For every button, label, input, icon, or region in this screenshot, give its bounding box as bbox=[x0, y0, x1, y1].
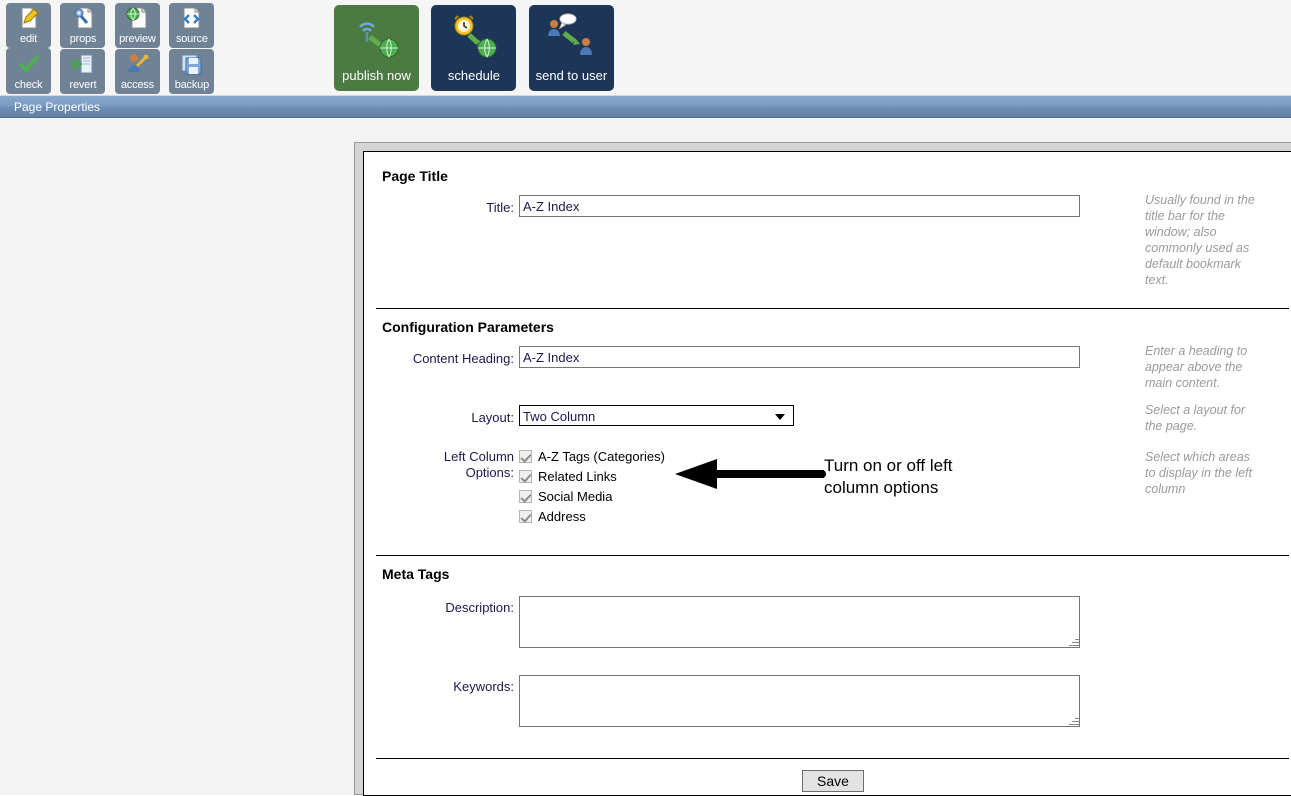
code-page-icon bbox=[169, 6, 214, 30]
pencil-page-icon bbox=[6, 6, 51, 30]
toolbar-label: source bbox=[175, 33, 208, 45]
broadcast-globe-icon bbox=[334, 11, 419, 63]
tool-button-group: edit props preview source check revert a… bbox=[6, 3, 266, 95]
checkbox-row-social-media[interactable]: Social Media bbox=[519, 489, 612, 505]
toolbar-label: backup bbox=[174, 79, 209, 91]
schedule-button[interactable]: schedule bbox=[431, 5, 517, 91]
content-heading-label: Content Heading: bbox=[412, 351, 514, 366]
title-help-text: Usually found in the title bar for the w… bbox=[1145, 193, 1255, 287]
page-properties-title: Page Properties bbox=[14, 100, 101, 114]
toolbar-button-preview[interactable]: preview bbox=[114, 3, 160, 48]
description-label: Description: bbox=[445, 600, 514, 615]
publish-now-button[interactable]: publish now bbox=[334, 5, 419, 91]
globe-page-icon bbox=[115, 6, 160, 30]
left-column-help-text: Select which areas to display in the lef… bbox=[1145, 450, 1253, 496]
annotation-line-1: Turn on or off left bbox=[824, 456, 953, 475]
title-input[interactable] bbox=[519, 195, 1080, 217]
green-check-icon bbox=[6, 52, 51, 76]
user-to-user-icon bbox=[529, 11, 614, 63]
user-key-icon bbox=[115, 52, 160, 76]
left-arrow-annotation bbox=[669, 452, 829, 499]
configuration-section-heading: Configuration Parameters bbox=[382, 319, 554, 335]
toolbar-button-check[interactable]: check bbox=[6, 49, 51, 94]
title-field-label: Title: bbox=[486, 200, 514, 215]
clock-globe-icon bbox=[431, 11, 516, 63]
layout-help-text: Select a layout for the page. bbox=[1145, 403, 1246, 433]
checkbox-label: Related Links bbox=[538, 469, 617, 484]
keywords-label: Keywords: bbox=[453, 679, 514, 694]
save-disk-icon bbox=[169, 52, 214, 76]
revert-arrow-icon bbox=[60, 52, 105, 76]
meta-tags-section-heading: Meta Tags bbox=[382, 566, 450, 582]
left-column-label-line1: Left Column bbox=[443, 449, 514, 464]
checkbox-row-related-links[interactable]: Related Links bbox=[519, 469, 617, 485]
section-divider-3 bbox=[376, 758, 1289, 759]
page-properties-bar: Page Properties bbox=[0, 96, 1291, 118]
left-column-label-line2: Options: bbox=[465, 465, 514, 480]
layout-select[interactable]: Two Column bbox=[519, 405, 794, 426]
wrench-page-icon bbox=[60, 6, 105, 30]
annotation-line-2: column options bbox=[824, 478, 939, 497]
checkbox-label: Address bbox=[538, 509, 586, 524]
checkbox-social-media[interactable] bbox=[519, 490, 532, 503]
toolbar-label: check bbox=[14, 79, 43, 91]
chevron-down-icon bbox=[775, 414, 785, 420]
toolbar-label: preview bbox=[119, 33, 156, 45]
send-to-user-label: send to user bbox=[535, 68, 608, 83]
properties-panel-frame: Page Title Title: Usually found in the t… bbox=[354, 142, 1291, 796]
toolbar-button-props[interactable]: props bbox=[60, 3, 106, 48]
checkbox-label: A-Z Tags (Categories) bbox=[538, 449, 665, 464]
toolbar-button-access[interactable]: access bbox=[114, 49, 160, 94]
checkbox-address[interactable] bbox=[519, 510, 532, 523]
page-title-section-heading: Page Title bbox=[382, 168, 448, 184]
section-divider-2 bbox=[376, 555, 1289, 556]
toolbar-label: access bbox=[120, 79, 154, 91]
toolbar-button-revert[interactable]: revert bbox=[60, 49, 106, 94]
page-body: Page Title Title: Usually found in the t… bbox=[0, 118, 1291, 796]
toolbar-label: props bbox=[69, 33, 97, 45]
properties-panel: Page Title Title: Usually found in the t… bbox=[363, 151, 1291, 796]
keywords-textarea[interactable] bbox=[519, 675, 1080, 727]
content-heading-help-text: Enter a heading to appear above the main… bbox=[1145, 344, 1248, 390]
toolbar-label: edit bbox=[20, 33, 37, 45]
layout-select-value: Two Column bbox=[523, 409, 596, 424]
checkbox-label: Social Media bbox=[538, 489, 613, 504]
publish-now-label: publish now bbox=[342, 68, 411, 83]
content-heading-input[interactable] bbox=[519, 346, 1080, 368]
publish-button-group: publish now schedule send to user bbox=[334, 5, 622, 91]
description-textarea[interactable] bbox=[519, 596, 1080, 648]
checkbox-row-az-tags[interactable]: A-Z Tags (Categories) bbox=[519, 449, 665, 465]
tool-row-2: check revert access backup bbox=[6, 49, 266, 95]
schedule-label: schedule bbox=[447, 68, 500, 83]
send-to-user-button[interactable]: send to user bbox=[528, 5, 614, 91]
tool-row-1: edit props preview source bbox=[6, 3, 266, 93]
checkbox-row-address[interactable]: Address bbox=[519, 509, 586, 525]
section-divider-1 bbox=[376, 308, 1289, 309]
main-toolbar: edit props preview source check revert a… bbox=[0, 0, 1291, 96]
checkbox-az-tags[interactable] bbox=[519, 450, 532, 463]
toolbar-button-backup[interactable]: backup bbox=[169, 49, 215, 94]
save-button[interactable]: Save bbox=[802, 770, 864, 792]
toolbar-label: revert bbox=[69, 79, 97, 91]
toolbar-button-source[interactable]: source bbox=[169, 3, 215, 48]
toolbar-button-edit[interactable]: edit bbox=[6, 3, 51, 48]
layout-label: Layout: bbox=[471, 410, 514, 425]
checkbox-related-links[interactable] bbox=[519, 470, 532, 483]
